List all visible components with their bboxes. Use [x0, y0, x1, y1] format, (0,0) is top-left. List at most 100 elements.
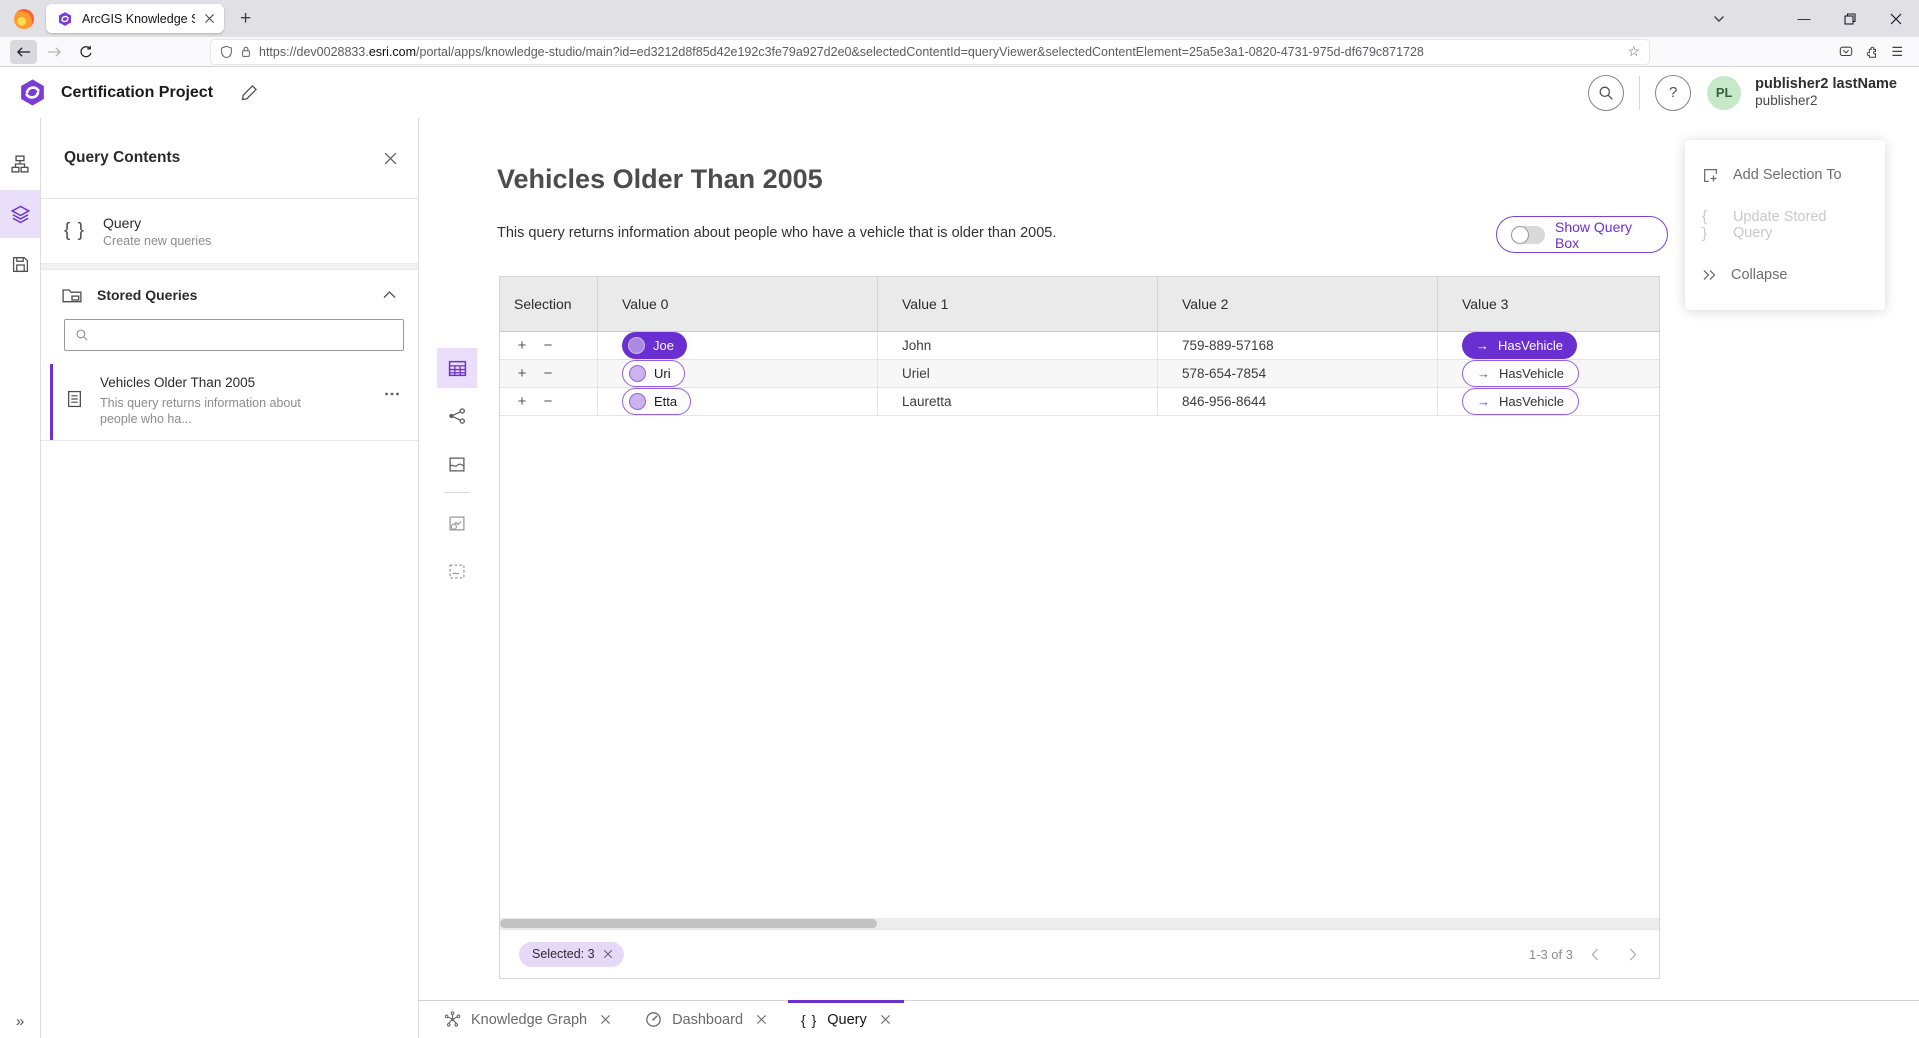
user-username: publisher2 — [1755, 93, 1897, 109]
new-query-item[interactable]: { } Query Create new queries — [41, 199, 418, 264]
remove-from-selection-button[interactable]: − — [541, 394, 555, 409]
entity-dot-icon — [629, 365, 646, 382]
value1-cell: Lauretta — [878, 388, 1158, 415]
header-search-button[interactable] — [1588, 75, 1624, 111]
tab-close-icon[interactable] — [204, 13, 215, 24]
tab-query[interactable]: { } Query — [784, 1001, 908, 1038]
forward-button[interactable] — [41, 40, 68, 64]
table-row[interactable]: +− Etta Lauretta846-956-8644 →HasVehicle — [500, 388, 1659, 416]
new-map-view-icon[interactable] — [437, 503, 477, 543]
user-info[interactable]: publisher2 lastName publisher2 — [1755, 76, 1897, 109]
menu-item-add-selection-to[interactable]: Add Selection To — [1685, 150, 1885, 200]
menu-hamburger-icon[interactable]: ☰ — [1891, 44, 1903, 60]
new-query-sublabel: Create new queries — [103, 234, 211, 248]
entity-cell: Etta — [598, 388, 878, 415]
save-to-pocket-icon[interactable] — [1839, 45, 1853, 59]
previous-page-chevron-icon[interactable] — [1579, 940, 1611, 968]
value2-cell: 846-956-8644 — [1158, 388, 1438, 415]
braces-icon: { } — [1702, 208, 1719, 242]
braces-icon: { } — [64, 220, 103, 242]
url-bar[interactable]: https://dev0028833.esri.com/portal/apps/… — [211, 40, 1649, 64]
app-header: Certification Project ? PL publisher2 la… — [0, 67, 1919, 119]
selection-map-view-icon[interactable] — [437, 551, 477, 591]
selected-count-chip[interactable]: Selected: 3 — [519, 942, 624, 967]
link-chart-view-icon[interactable] — [437, 396, 477, 436]
entity-cell: Uri — [598, 360, 878, 387]
stored-queries-header[interactable]: Stored Queries — [41, 270, 418, 319]
scrollbar-thumb[interactable] — [500, 919, 877, 928]
tab-close-icon[interactable] — [880, 1014, 891, 1025]
window-close-button[interactable] — [1873, 0, 1919, 37]
relationship-pill[interactable]: →HasVehicle — [1462, 360, 1579, 387]
contents-layers-icon[interactable] — [0, 190, 40, 238]
reload-button[interactable] — [72, 40, 99, 64]
show-query-box-toggle[interactable]: Show Query Box — [1496, 216, 1668, 253]
back-button[interactable] — [10, 40, 37, 64]
user-avatar[interactable]: PL — [1707, 76, 1741, 110]
window-restore-button[interactable] — [1827, 0, 1873, 37]
window-minimize-button[interactable]: — — [1781, 0, 1827, 37]
horizontal-scrollbar[interactable] — [500, 918, 1659, 929]
knowledge-studio-logo-icon — [18, 77, 47, 108]
remove-from-selection-button[interactable]: − — [541, 338, 555, 353]
table-view-icon[interactable] — [437, 348, 477, 388]
new-query-label: Query — [103, 215, 211, 231]
bookmark-star-icon[interactable]: ☆ — [1627, 43, 1640, 60]
map-view-icon[interactable] — [437, 444, 477, 484]
table-row[interactable]: +− Joe John759-889-57168 →HasVehicle — [500, 332, 1659, 360]
view-toolbar — [437, 348, 477, 599]
tab-close-icon[interactable] — [600, 1014, 611, 1025]
tab-knowledge-graph[interactable]: Knowledge Graph — [427, 1001, 628, 1038]
tab-dashboard[interactable]: Dashboard — [628, 1001, 784, 1038]
entity-pill[interactable]: Uri — [622, 360, 685, 387]
tracking-shield-icon[interactable] — [220, 45, 233, 59]
entity-label: Joe — [653, 338, 674, 353]
browser-tab[interactable]: ArcGIS Knowledge Studio — [46, 4, 224, 33]
tab-label: Dashboard — [672, 1012, 743, 1028]
clear-selection-icon[interactable] — [603, 949, 613, 959]
stored-query-item[interactable]: Vehicles Older Than 2005 This query retu… — [41, 364, 418, 441]
new-tab-button[interactable]: + — [240, 9, 251, 28]
dashboard-gauge-icon — [645, 1011, 662, 1028]
add-to-selection-button[interactable]: + — [515, 338, 529, 353]
entity-pill[interactable]: Etta — [622, 388, 691, 415]
column-header-value3: Value 3 — [1438, 277, 1659, 331]
extensions-icon[interactable] — [1865, 45, 1879, 59]
expand-rail-chevrons[interactable]: » — [0, 1008, 40, 1034]
edit-project-title-pencil-icon[interactable] — [241, 84, 258, 101]
stored-queries-search[interactable] — [64, 319, 404, 351]
table-row[interactable]: +−UriUriel578-654-7854→HasVehicle — [500, 360, 1659, 388]
stored-queries-label: Stored Queries — [97, 287, 368, 303]
browser-nav-bar: https://dev0028833.esri.com/portal/apps/… — [0, 37, 1919, 67]
stored-query-options-kebab-icon[interactable] — [384, 391, 400, 427]
data-model-tree-icon[interactable] — [0, 144, 40, 184]
selected-count-label: Selected: 3 — [532, 947, 595, 961]
menu-item-update-stored-query[interactable]: { } Update Stored Query — [1685, 200, 1885, 250]
toggle-switch[interactable] — [1511, 226, 1545, 244]
next-page-chevron-icon[interactable] — [1617, 940, 1649, 968]
firefox-icon[interactable] — [14, 9, 34, 29]
save-icon[interactable] — [0, 244, 40, 284]
value2-cell: 759-889-57168 — [1158, 332, 1438, 359]
relationship-pill[interactable]: →HasVehicle — [1462, 332, 1577, 359]
search-icon — [75, 328, 89, 342]
menu-item-collapse[interactable]: Collapse — [1685, 250, 1885, 300]
collapse-chevron-up-icon[interactable] — [383, 290, 396, 299]
add-to-selection-button[interactable]: + — [515, 366, 529, 381]
tab-close-icon[interactable] — [756, 1014, 767, 1025]
relationship-pill[interactable]: →HasVehicle — [1462, 388, 1579, 415]
entity-pill[interactable]: Joe — [622, 332, 687, 359]
list-tabs-chevron-icon[interactable] — [1699, 0, 1739, 37]
stored-query-doc-icon — [66, 390, 83, 427]
help-button[interactable]: ? — [1655, 75, 1691, 111]
value2-cell: 578-654-7854 — [1158, 360, 1438, 387]
remove-from-selection-button[interactable]: − — [541, 366, 555, 381]
panel-close-icon[interactable] — [384, 152, 397, 165]
stored-queries-search-input[interactable] — [97, 328, 393, 343]
add-to-selection-button[interactable]: + — [515, 394, 529, 409]
lock-icon[interactable] — [240, 45, 252, 58]
value1-cell: John — [878, 332, 1158, 359]
relationship-cell: →HasVehicle — [1438, 388, 1659, 415]
query-description: This query returns information about peo… — [497, 225, 1056, 241]
folder-icon — [62, 286, 82, 304]
